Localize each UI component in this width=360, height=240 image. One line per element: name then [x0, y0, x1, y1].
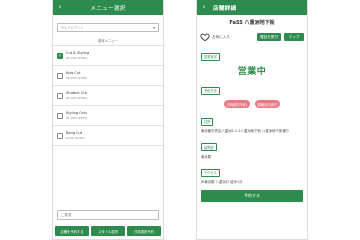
station-value: 東京駅: [201, 154, 212, 159]
reservation-section-label: 予約方法: [201, 86, 220, 95]
address-value: 東京都中央区八重洲2-1-1八重洲地下街 八重洲地下街通り: [201, 129, 289, 133]
checkbox-icon[interactable]: [57, 132, 63, 139]
request-placeholder: ご要望: [61, 212, 72, 217]
phone-button[interactable]: 電話を受付: [257, 33, 281, 41]
header-bar: ‹ メニュー選択: [53, 0, 163, 15]
back-button[interactable]: ‹: [53, 0, 67, 15]
menu-item-bang-cut[interactable]: Bang Cut ¥700 (¥350): [53, 126, 163, 146]
menu-item-price: ¥1,000 (¥350): [66, 76, 88, 80]
status-section-label: 営業状況: [201, 52, 220, 61]
menu-item-name: Bang Cut: [66, 131, 83, 135]
header-bar: ‹ 店舗詳細: [197, 0, 307, 15]
page-title: メニュー選択: [90, 5, 126, 12]
menu-item-name: Student Cut: [66, 91, 87, 95]
access-value: JR東京駅 八重洲口 徒歩1分: [201, 180, 243, 185]
favorite-label: お気に入り: [212, 34, 230, 39]
section-label: 基本メニュー: [53, 38, 163, 46]
store-select-value: やむアカウント: [61, 26, 84, 30]
queue-reserve-pill[interactable]: 順番待ち受付: [254, 100, 281, 108]
menu-item-price: ¥1,200 (¥350): [66, 56, 88, 60]
map-button[interactable]: マップ: [284, 33, 304, 41]
menu-item-price: ¥1,000 (¥350): [66, 96, 88, 100]
reservation-options: 日時優先予約 順番待ち受付: [197, 100, 307, 108]
bottom-action-bar: 店舗を予約する スタイル選択 日時選択予約: [53, 226, 163, 236]
reserve-button[interactable]: 予約する: [201, 190, 303, 202]
checkbox-icon[interactable]: [57, 92, 63, 99]
address-section-label: 住所: [201, 117, 214, 126]
store-detail-screen: ‹ 店舗詳細 FaSS 八重洲地下街 お気に入り 電話を受付 マップ 営業状況 …: [196, 0, 308, 240]
menu-select-screen: ‹ メニュー選択 やむアカウント ▾ 基本メニュー ✓ Cut & Stylin…: [52, 0, 164, 240]
reserve-by-store-button[interactable]: 店舗を予約する: [55, 226, 89, 236]
store-name: FaSS 八重洲地下街: [229, 20, 275, 26]
store-select-dropdown[interactable]: やむアカウント ▾: [57, 23, 159, 32]
page-title: 店舗詳細: [213, 5, 237, 12]
menu-item-name: Kids Cut: [66, 71, 81, 75]
menu-item-styling-only[interactable]: Styling Only ¥1,000 (¥350): [53, 106, 163, 126]
checkbox-icon[interactable]: [57, 72, 63, 79]
action-row: お気に入り 電話を受付 マップ: [200, 31, 304, 43]
checkbox-icon[interactable]: ✓: [57, 52, 63, 59]
back-button[interactable]: ‹: [197, 0, 211, 15]
menu-item-student-cut[interactable]: Student Cut ¥1,000 (¥350): [53, 86, 163, 106]
status-value: 営業中: [237, 67, 267, 77]
date-reserve-button[interactable]: 日時選択予約: [127, 226, 161, 236]
menu-item-price: ¥1,000 (¥350): [66, 116, 88, 120]
heart-icon[interactable]: [200, 32, 210, 42]
chevron-down-icon: ▾: [152, 25, 155, 30]
checkbox-icon[interactable]: [57, 112, 63, 119]
datetime-reserve-pill[interactable]: 日時優先予約: [223, 100, 250, 108]
menu-list: ✓ Cut & Styling ¥1,200 (¥350) Kids Cut ¥…: [53, 46, 163, 146]
request-input[interactable]: ご要望: [57, 210, 159, 220]
menu-item-price: ¥700 (¥350): [66, 136, 85, 140]
menu-item-cut-styling[interactable]: ✓ Cut & Styling ¥1,200 (¥350): [53, 46, 163, 66]
station-section-label: 最寄駅: [201, 143, 217, 152]
menu-item-kids-cut[interactable]: Kids Cut ¥1,000 (¥350): [53, 66, 163, 86]
style-select-button[interactable]: スタイル選択: [91, 226, 125, 236]
menu-item-name: Cut & Styling: [66, 51, 90, 55]
access-section-label: アクセス: [201, 168, 220, 177]
menu-item-name: Styling Only: [66, 111, 88, 115]
